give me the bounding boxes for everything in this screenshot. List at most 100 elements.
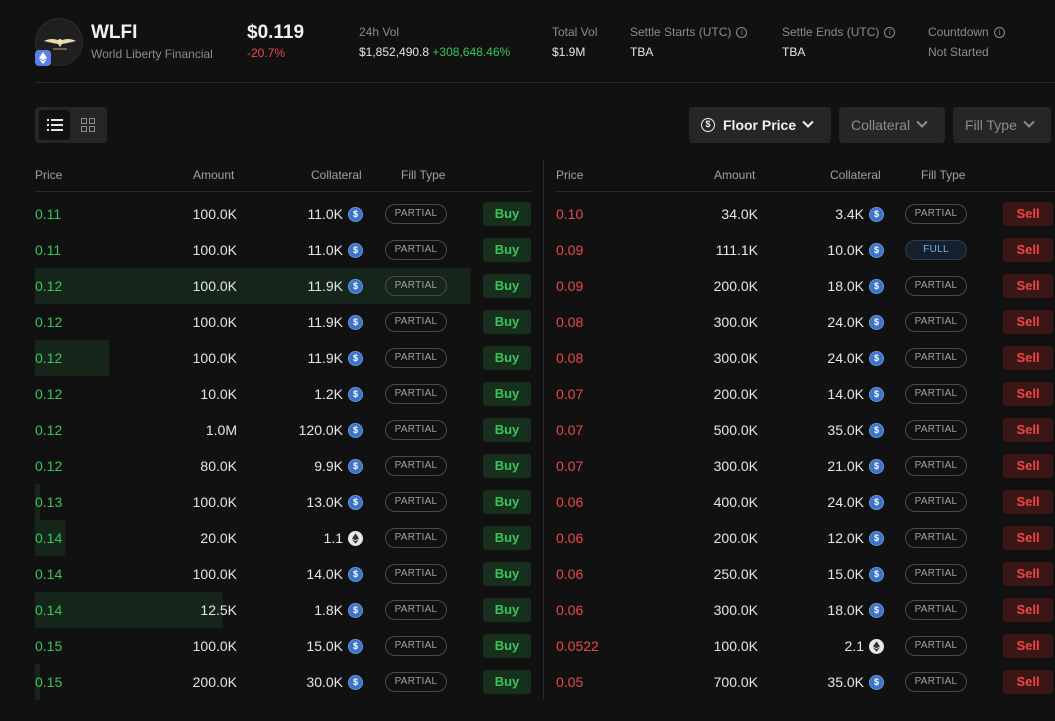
sell-order-row[interactable]: 0.06 200.0K 12.0K $ PARTIAL Sell: [556, 520, 1055, 556]
order-price: 0.11: [35, 242, 62, 258]
info-icon[interactable]: i: [736, 26, 748, 38]
order-price: 0.07: [556, 386, 584, 402]
chevron-down-icon: [916, 116, 928, 128]
sell-order-row[interactable]: 0.06 400.0K 24.0K $ PARTIAL Sell: [556, 484, 1055, 520]
buy-order-row[interactable]: 0.14 100.0K 14.0K $ PARTIAL Buy: [35, 556, 531, 592]
buy-order-row[interactable]: 0.15 100.0K 15.0K $ PARTIAL Buy: [35, 628, 531, 664]
buy-button[interactable]: Buy: [483, 382, 531, 406]
buy-order-row[interactable]: 0.14 20.0K 1.1 PARTIAL Buy: [35, 520, 531, 556]
info-icon[interactable]: i: [993, 26, 1005, 38]
sell-button[interactable]: Sell: [1003, 382, 1053, 406]
sell-button[interactable]: Sell: [1003, 346, 1053, 370]
list-view-button[interactable]: [39, 110, 70, 140]
sell-button[interactable]: Sell: [1003, 454, 1053, 478]
sell-button[interactable]: Sell: [1003, 634, 1053, 658]
sell-order-row[interactable]: 0.08 300.0K 24.0K $ PARTIAL Sell: [556, 340, 1055, 376]
buy-button[interactable]: Buy: [483, 634, 531, 658]
order-amount: 100.0K: [192, 242, 237, 258]
sell-order-row[interactable]: 0.07 500.0K 35.0K $ PARTIAL Sell: [556, 412, 1055, 448]
buy-button[interactable]: Buy: [483, 274, 531, 298]
info-icon[interactable]: i: [884, 26, 896, 38]
usdc-icon: $: [348, 314, 363, 330]
order-collateral: 11.0K $: [253, 232, 363, 268]
order-collateral: 12.0K $: [774, 520, 884, 556]
sell-order-row[interactable]: 0.09 200.0K 18.0K $ PARTIAL Sell: [556, 268, 1055, 304]
buy-order-row[interactable]: 0.12 100.0K 11.9K $ PARTIAL Buy: [35, 268, 531, 304]
settle-start-value: TBA: [630, 45, 654, 59]
sell-order-row[interactable]: 0.06 250.0K 15.0K $ PARTIAL Sell: [556, 556, 1055, 592]
buy-button[interactable]: Buy: [483, 418, 531, 442]
buy-order-row[interactable]: 0.12 80.0K 9.9K $ PARTIAL Buy: [35, 448, 531, 484]
sell-order-row[interactable]: 0.08 300.0K 24.0K $ PARTIAL Sell: [556, 304, 1055, 340]
sell-order-row[interactable]: 0.05 700.0K 35.0K $ PARTIAL Sell: [556, 664, 1055, 700]
usdc-icon: $: [348, 206, 363, 222]
usdc-icon: $: [869, 566, 884, 582]
buy-order-row[interactable]: 0.11 100.0K 11.0K $ PARTIAL Buy: [35, 232, 531, 268]
fill-type-dropdown[interactable]: Fill Type: [953, 107, 1051, 143]
order-price: 0.0522: [556, 638, 599, 654]
collateral-dropdown[interactable]: Collateral: [839, 107, 945, 143]
buy-button[interactable]: Buy: [483, 490, 531, 514]
order-collateral: 24.0K $: [774, 304, 884, 340]
buy-order-row[interactable]: 0.12 100.0K 11.9K $ PARTIAL Buy: [35, 340, 531, 376]
sell-button[interactable]: Sell: [1003, 526, 1053, 550]
buy-button[interactable]: Buy: [483, 562, 531, 586]
order-amount: 100.0K: [192, 314, 237, 330]
buy-order-row[interactable]: 0.12 1.0M 120.0K $ PARTIAL Buy: [35, 412, 531, 448]
buy-order-row[interactable]: 0.12 100.0K 11.9K $ PARTIAL Buy: [35, 304, 531, 340]
order-amount: 100.0K: [713, 638, 758, 654]
sell-order-row[interactable]: 0.10 34.0K 3.4K $ PARTIAL Sell: [556, 196, 1055, 232]
order-amount: 10.0K: [200, 386, 237, 402]
order-collateral: 11.0K $: [253, 196, 363, 232]
buy-order-row[interactable]: 0.13 100.0K 13.0K $ PARTIAL Buy: [35, 484, 531, 520]
order-collateral: 35.0K $: [774, 664, 884, 700]
order-amount: 100.0K: [192, 350, 237, 366]
sell-order-row[interactable]: 0.07 300.0K 21.0K $ PARTIAL Sell: [556, 448, 1055, 484]
floor-price-dropdown[interactable]: $ Floor Price: [689, 107, 831, 143]
buy-button[interactable]: Buy: [483, 310, 531, 334]
order-amount: 300.0K: [713, 602, 758, 618]
usdc-icon: $: [348, 386, 363, 402]
sell-button[interactable]: Sell: [1003, 202, 1053, 226]
sell-order-row[interactable]: 0.0522 100.0K 2.1 PARTIAL Sell: [556, 628, 1055, 664]
buy-button[interactable]: Buy: [483, 598, 531, 622]
buy-order-row[interactable]: 0.14 12.5K 1.8K $ PARTIAL Buy: [35, 592, 531, 628]
buy-button[interactable]: Buy: [483, 346, 531, 370]
order-collateral: 13.0K $: [253, 484, 363, 520]
buy-order-row[interactable]: 0.11 100.0K 11.0K $ PARTIAL Buy: [35, 196, 531, 232]
buy-button[interactable]: Buy: [483, 454, 531, 478]
order-price: 0.08: [556, 350, 584, 366]
fill-type-badge: PARTIAL: [385, 456, 447, 476]
fill-type-badge: PARTIAL: [905, 276, 967, 296]
chevron-down-icon: [802, 116, 814, 128]
buy-button[interactable]: Buy: [483, 238, 531, 262]
order-price: 0.14: [35, 566, 63, 582]
order-collateral: 9.9K $: [253, 448, 363, 484]
order-collateral: 18.0K $: [774, 268, 884, 304]
order-price: 0.12: [35, 278, 63, 294]
sell-button[interactable]: Sell: [1003, 598, 1053, 622]
ethereum-chain-icon: [35, 50, 51, 66]
sell-order-row[interactable]: 0.06 300.0K 18.0K $ PARTIAL Sell: [556, 592, 1055, 628]
sell-button[interactable]: Sell: [1003, 274, 1053, 298]
sell-button[interactable]: Sell: [1003, 562, 1053, 586]
order-collateral: 21.0K $: [774, 448, 884, 484]
grid-view-button[interactable]: [72, 110, 103, 140]
order-amount: 250.0K: [713, 566, 758, 582]
order-collateral: 15.0K $: [253, 628, 363, 664]
grid-icon: [80, 118, 95, 132]
sell-button[interactable]: Sell: [1003, 310, 1053, 334]
buy-button[interactable]: Buy: [483, 526, 531, 550]
buy-button[interactable]: Buy: [483, 670, 531, 694]
buy-button[interactable]: Buy: [483, 202, 531, 226]
sell-button[interactable]: Sell: [1003, 670, 1053, 694]
sell-order-row[interactable]: 0.07 200.0K 14.0K $ PARTIAL Sell: [556, 376, 1055, 412]
sell-button[interactable]: Sell: [1003, 418, 1053, 442]
buy-order-row[interactable]: 0.12 10.0K 1.2K $ PARTIAL Buy: [35, 376, 531, 412]
vol24-value: $1,852,490.8 +308,648.46%: [359, 45, 511, 59]
usdc-icon: $: [869, 314, 884, 330]
sell-button[interactable]: Sell: [1003, 238, 1053, 262]
buy-order-row[interactable]: 0.15 200.0K 30.0K $ PARTIAL Buy: [35, 664, 531, 700]
sell-button[interactable]: Sell: [1003, 490, 1053, 514]
sell-order-row[interactable]: 0.09 111.1K 10.0K $ FULL Sell: [556, 232, 1055, 268]
